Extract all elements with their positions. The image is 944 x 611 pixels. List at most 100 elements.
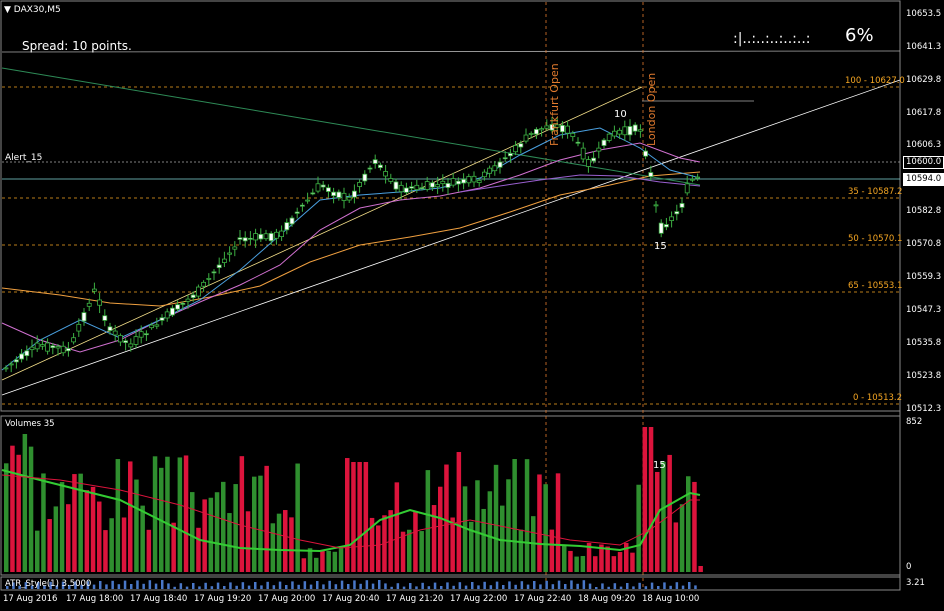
volume-bar [593,556,598,572]
atr-bar [316,581,319,589]
candle-body [169,307,175,316]
candle-body [221,258,227,263]
atr-bar [471,582,474,589]
trendline-white [1,79,901,396]
candle-body [523,134,529,142]
atr-bar [495,581,499,589]
candle-body [377,164,383,168]
volume-bar [276,513,282,572]
volume-bar [66,504,71,572]
volume-bar [283,510,288,572]
volume-bar [661,461,666,572]
atr-bar [378,580,381,589]
ma-long-green [1,67,701,186]
volume-bar [456,452,462,572]
candle-body [315,183,321,192]
candle-body [601,139,607,146]
volume-bar [146,529,152,572]
candle-body [612,130,617,137]
volume-bar [301,558,307,572]
candle-body [195,286,201,297]
candle-body [440,180,446,185]
chart-canvas[interactable] [0,0,944,611]
volume-bar [103,530,108,572]
volume-bar [183,455,189,572]
candle-body [497,161,503,168]
volume-bar [202,499,207,572]
volume-bar [450,517,455,572]
volume-bar [487,491,493,572]
atr-bar [644,586,648,589]
atr-bar [477,585,480,589]
marker-10: 10 [614,109,627,120]
candle-body [66,348,71,352]
volume-bar [28,446,34,572]
atr-bar [409,583,412,589]
atr-bar [657,586,660,589]
price-tick: 10535.8 [906,338,942,348]
spread-line [1,50,901,53]
volume-bar [642,427,648,572]
candle-body [622,126,628,136]
candle-body [679,203,685,208]
volume-bar [140,505,145,572]
volume-bar [363,462,369,572]
volume-bar [214,492,220,572]
progress-dots: :|..:..:..:..:..: [733,31,811,47]
volume-bar [115,459,121,572]
atr-bar [539,584,542,589]
fib-label-100: 100 - 10627.0 [845,76,905,86]
candle-body [435,184,441,188]
volume-bar [314,557,319,572]
candle-body [185,298,191,302]
chart-title[interactable]: ▼ DAX30,M5 [4,4,61,16]
candle-body [393,181,399,190]
dropdown-triangle-icon[interactable]: ▼ [4,5,11,15]
candle-body [383,171,389,177]
time-tick: 17 Aug 18:40 [130,594,188,604]
volume-bar [258,475,263,572]
atr-bar [247,585,251,589]
volume-bar [407,529,412,572]
atr-bar [650,582,654,589]
spread-label: Spread: 10 points. [22,39,132,53]
volume-bars [4,427,703,572]
atr-bar [588,583,592,589]
atr-bar [241,582,245,589]
volume-bar [394,482,400,572]
volume-bar [425,470,431,572]
price-tick: 10582.8 [906,206,942,216]
candle-body [596,147,602,152]
marker-15: 15 [654,241,667,252]
candle-body [97,299,102,306]
candle-body [674,211,680,215]
candle-body [81,312,87,322]
candle-body [632,124,638,132]
candle-body [325,187,331,192]
candle-body [284,222,290,231]
atr-bars [6,580,697,589]
ma-blue [1,127,701,371]
current-price-box: 10594.0 [903,173,944,186]
volume-bar [53,506,59,572]
progress-percent: 6% [845,25,874,46]
volume-bar [295,463,300,572]
atr-bar [595,587,598,589]
volume-bar [10,445,15,572]
volume-bar [4,463,9,572]
atr-bar [278,581,282,589]
price-tick: 10559.3 [906,272,942,282]
candle-body [476,179,482,183]
candle-body [648,172,654,177]
candle-body [242,237,248,242]
atr-bar [427,586,431,589]
atr-bar [223,586,226,589]
candle-body [3,367,9,370]
candle-body [466,176,472,184]
ma-orange [1,171,701,307]
candle-body [175,304,181,310]
candle-body [112,330,118,336]
atr-bar [607,586,610,589]
volume-bar [655,471,660,572]
volume-bar [128,461,133,572]
